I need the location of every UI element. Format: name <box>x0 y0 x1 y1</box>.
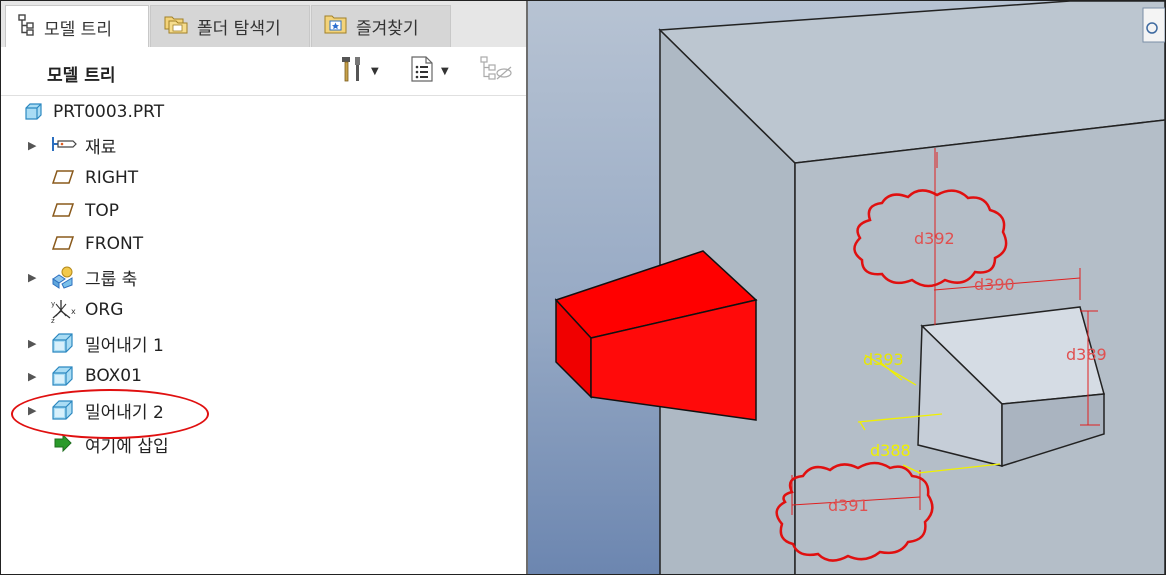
group-icon <box>50 265 76 289</box>
dimension-label[interactable]: d393 <box>863 350 904 369</box>
tree-item-front-plane[interactable]: FRONT <box>1 229 521 259</box>
chevron-down-icon: ▼ <box>371 65 379 77</box>
tree-item-label: BOX01 <box>85 366 142 386</box>
extrude-icon <box>50 398 76 422</box>
favorites-icon <box>324 13 348 40</box>
tree-item-label: PRT0003.PRT <box>53 102 165 122</box>
extrude-icon <box>50 364 76 388</box>
tools-icon <box>339 55 365 87</box>
list-settings-icon <box>409 55 435 87</box>
tab-label: 즐겨찾기 <box>356 19 419 39</box>
tree-item-label: 밀어내기 2 <box>85 402 164 423</box>
graphics-viewport[interactable]: d392 d390 d389 d393 d388 d391 <box>528 1 1165 574</box>
panel-header: 모델 트리 ▼ ▼ <box>1 47 526 96</box>
dimension-label[interactable]: d390 <box>974 275 1015 294</box>
chevron-down-icon: ▼ <box>441 65 449 77</box>
datum-plane-icon <box>50 166 76 190</box>
tab-folder-browser[interactable]: 폴더 탐색기 <box>150 5 310 47</box>
dimension-label[interactable]: d391 <box>828 496 869 515</box>
dimension-label[interactable]: d389 <box>1066 345 1107 364</box>
tree-item-label: RIGHT <box>85 168 139 188</box>
viewport-canvas: d392 d390 d389 d393 d388 d391 <box>528 1 1165 574</box>
model-tree-panel: 모델 트리 폴더 탐색기 즐겨찾기 모델 트리 ▼ ▼ PRT0003.PRT … <box>1 1 528 574</box>
settings-dropdown-button[interactable]: ▼ <box>339 57 379 85</box>
material-tag-icon <box>50 133 77 157</box>
tree-item-label: 밀어내기 1 <box>85 335 164 356</box>
expand-arrow-icon[interactable]: ▶ <box>28 337 40 350</box>
tab-strip: 모델 트리 폴더 탐색기 즐겨찾기 <box>1 1 526 48</box>
dimension-label[interactable]: d392 <box>914 229 955 248</box>
datum-plane-icon <box>50 232 76 256</box>
tree-item-label: 그룹 축 <box>85 269 138 290</box>
part-icon <box>21 100 47 124</box>
svg-text:z: z <box>51 317 55 324</box>
wedge-feature <box>917 306 1105 468</box>
tab-label: 폴더 탐색기 <box>197 19 281 39</box>
tree-item-label: 여기에 삽입 <box>85 436 169 457</box>
tree-filter-button[interactable] <box>479 55 513 87</box>
insert-here-arrow-icon <box>50 432 76 456</box>
expand-arrow-icon[interactable]: ▶ <box>28 404 40 417</box>
expand-arrow-icon[interactable]: ▶ <box>28 370 40 383</box>
tree-item-coordinate-system[interactable]: y z x ORG <box>1 295 521 325</box>
panel-title: 모델 트리 <box>47 66 116 86</box>
show-dropdown-button[interactable]: ▼ <box>409 55 449 87</box>
tree-item-label: ORG <box>85 300 124 320</box>
tree-item-box01[interactable]: ▶ BOX01 <box>1 361 521 391</box>
tree-item-extrude-2[interactable]: ▶ 밀어내기 2 <box>1 395 521 425</box>
datum-plane-icon <box>50 199 76 223</box>
tree-item-label: FRONT <box>85 234 144 254</box>
tree-item-right-plane[interactable]: RIGHT <box>1 163 521 193</box>
expand-arrow-icon[interactable]: ▶ <box>28 271 40 284</box>
folder-browser-icon <box>163 12 189 41</box>
tab-label: 모델 트리 <box>44 19 112 40</box>
model-tree-icon <box>18 13 36 41</box>
svg-text:y: y <box>51 300 55 308</box>
tree-item-material[interactable]: ▶ 재료 <box>1 130 521 160</box>
tree-item-label: TOP <box>85 201 120 221</box>
dimension-label[interactable]: d388 <box>870 441 911 460</box>
svg-text:x: x <box>71 307 76 316</box>
tree-item-insert-here[interactable]: 여기에 삽입 <box>1 429 521 459</box>
tree-item-top-plane[interactable]: TOP <box>1 196 521 226</box>
tree-item-label: 재료 <box>85 137 117 158</box>
tab-model-tree[interactable]: 모델 트리 <box>5 5 149 48</box>
expand-arrow-icon[interactable]: ▶ <box>28 139 40 152</box>
tree-item-part[interactable]: PRT0003.PRT <box>1 97 521 127</box>
tree-filter-icon <box>479 55 513 87</box>
coordinate-system-icon: y z x <box>50 298 76 325</box>
extrude-icon <box>50 331 76 355</box>
tab-favorites[interactable]: 즐겨찾기 <box>311 5 451 47</box>
tree-item-axis-group[interactable]: ▶ 그룹 축 <box>1 262 521 292</box>
view-widget-icon[interactable] <box>1142 7 1165 43</box>
tree-item-extrude-1[interactable]: ▶ 밀어내기 1 <box>1 328 521 358</box>
